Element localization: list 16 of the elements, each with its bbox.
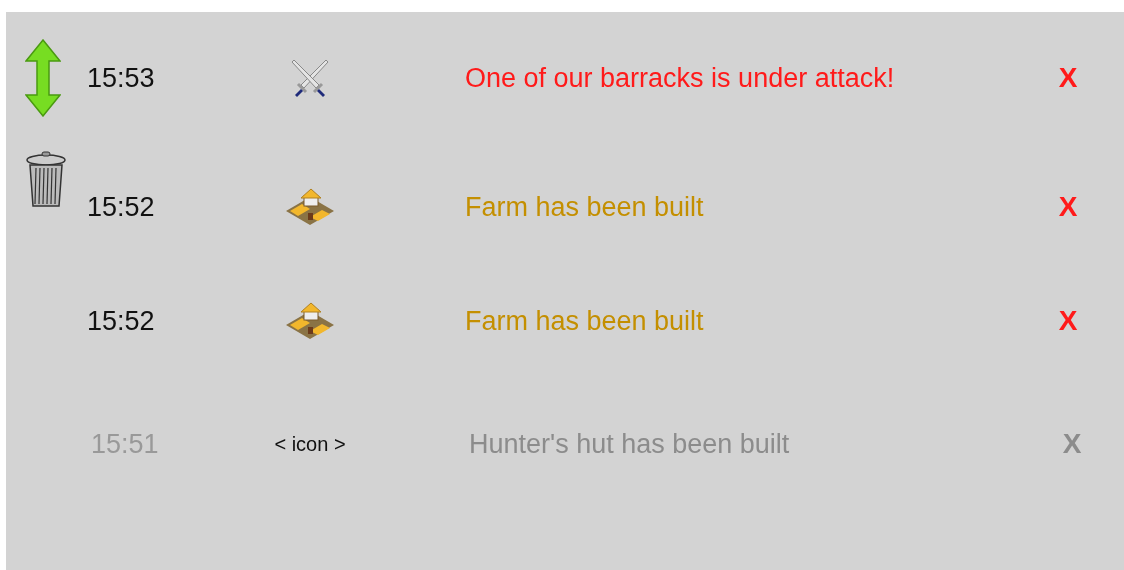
message-text[interactable]: Hunter's hut has been built (465, 428, 790, 459)
message-text[interactable]: Farm has been built (465, 305, 704, 336)
message-text[interactable]: Farm has been built (465, 191, 704, 222)
message-time: 15:53 (87, 62, 155, 93)
message-time: 15:52 (87, 191, 155, 222)
message-text[interactable]: One of our barracks is under attack! (465, 62, 895, 93)
farm-icon (284, 301, 336, 341)
close-button[interactable]: X (1058, 428, 1086, 460)
farm-icon (284, 187, 336, 227)
trash-icon[interactable] (25, 150, 67, 208)
icon-placeholder-text: < icon > (274, 432, 346, 456)
close-button[interactable]: X (1054, 191, 1082, 223)
message-time: 15:52 (87, 305, 155, 336)
message-time: 15:51 (90, 428, 159, 459)
close-button[interactable]: X (1054, 305, 1082, 337)
close-button[interactable]: X (1054, 62, 1082, 94)
